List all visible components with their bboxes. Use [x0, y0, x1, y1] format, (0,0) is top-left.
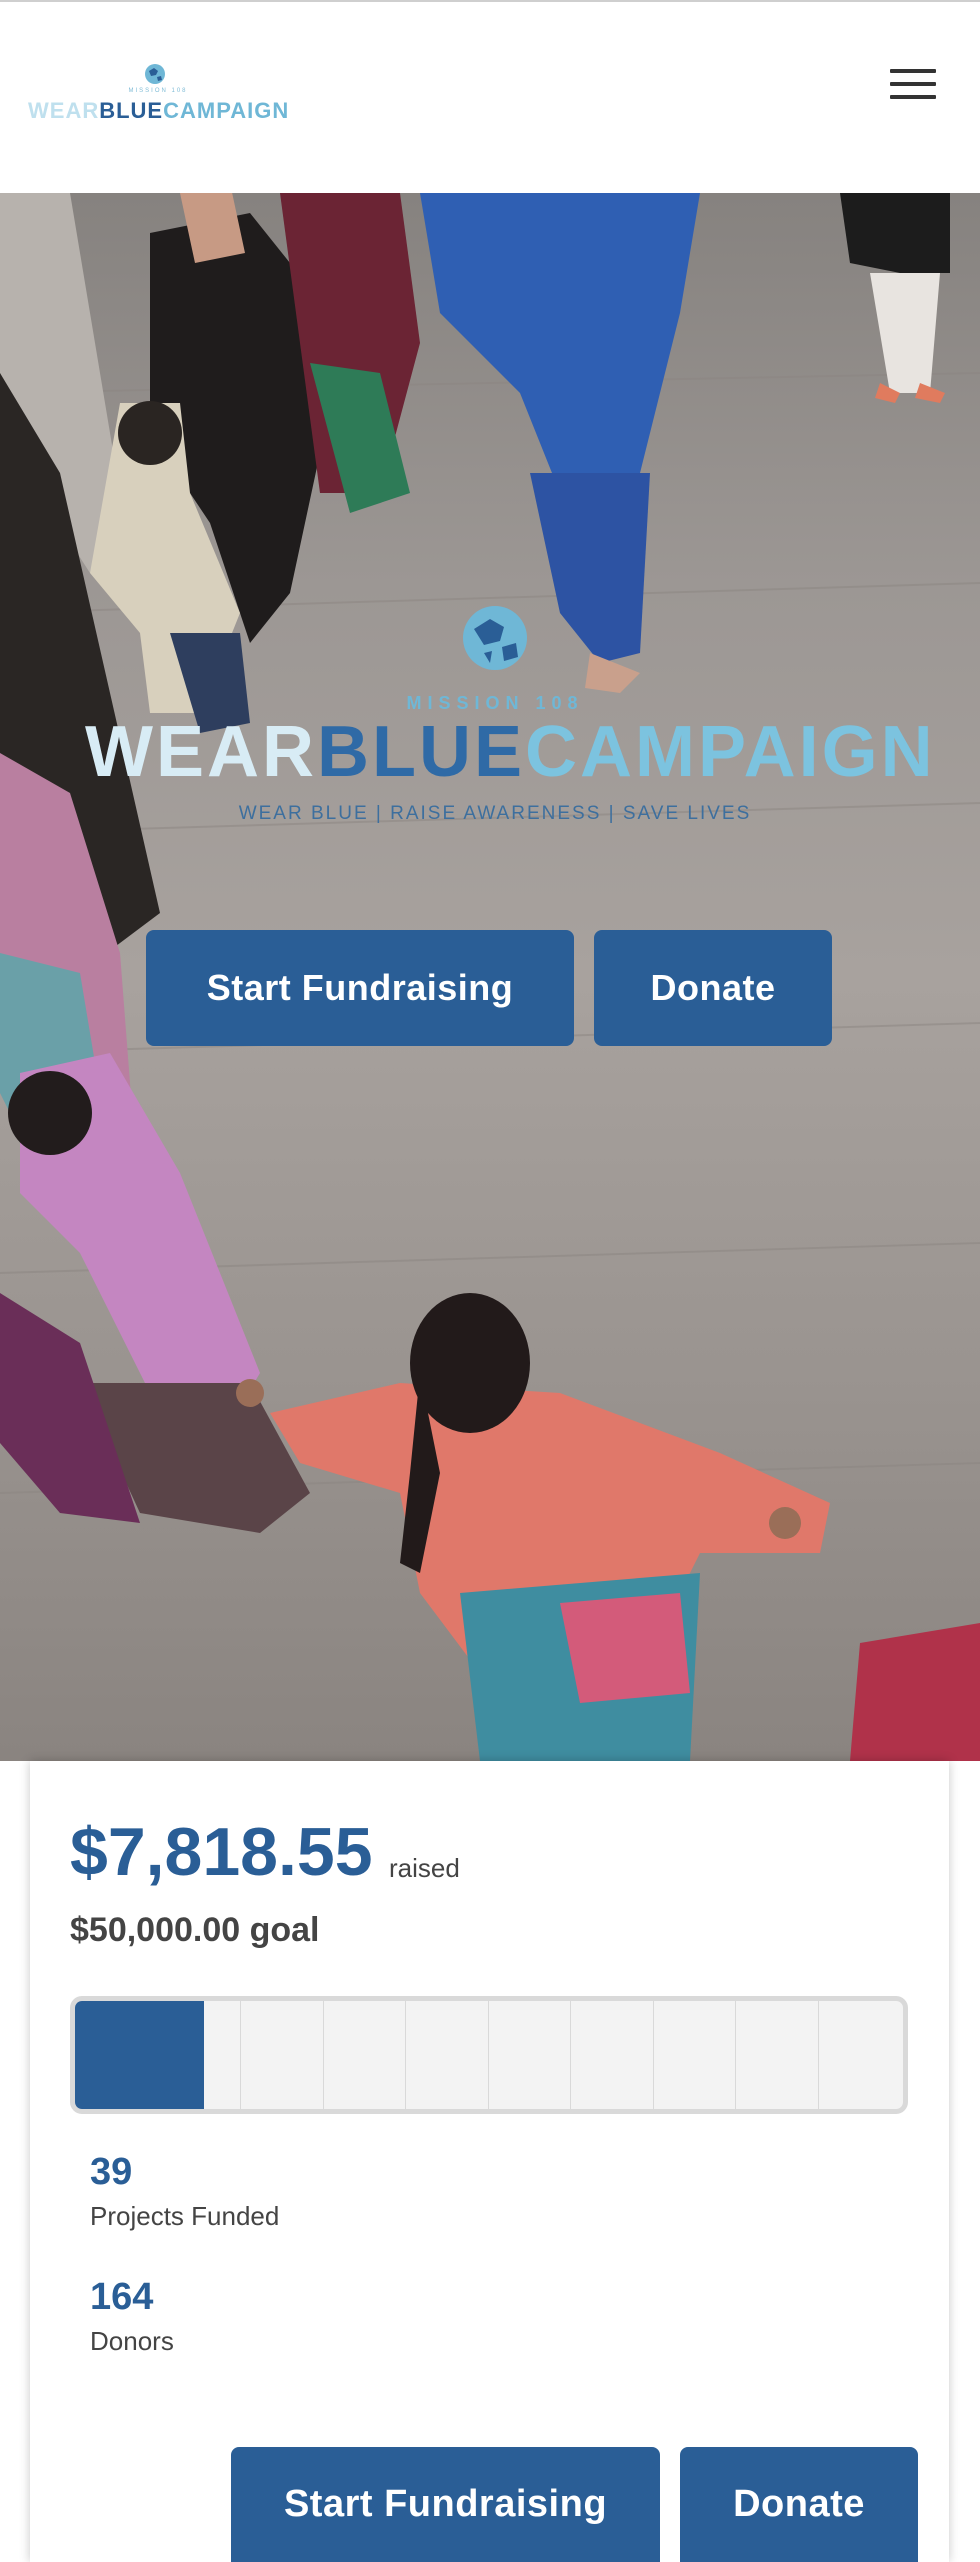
goal-amount: $50,000.00 goal — [70, 1911, 320, 1949]
projects-funded-label: Projects Funded — [90, 2201, 280, 2231]
globe-icon — [463, 606, 527, 670]
progress-bar — [70, 1996, 908, 2114]
progress-bar-fill — [75, 2001, 205, 2109]
hero-banner: MISSION 108 WEARBLUECAMPAIGN WEAR BLUE |… — [0, 193, 980, 1761]
projects-funded-count: 39 — [90, 2151, 133, 2193]
donors-label: Donors — [90, 2326, 174, 2356]
hamburger-menu-icon[interactable] — [890, 69, 936, 103]
donate-button[interactable]: Donate — [594, 930, 832, 1046]
logo-mission-text: MISSION 108 — [128, 88, 188, 94]
globe-icon — [145, 64, 165, 84]
raised-amount: $7,818.55 — [70, 1814, 373, 1890]
start-fundraising-button[interactable]: Start Fundraising — [146, 930, 574, 1046]
donate-button[interactable]: Donate — [680, 2447, 918, 2562]
hero-tagline: WEAR BLUE | RAISE AWARENESS | SAVE LIVES — [238, 803, 752, 824]
logo-wordmark: WEARBLUECAMPAIGN — [28, 98, 290, 123]
hero-logo: MISSION 108 WEARBLUECAMPAIGN WEAR BLUE |… — [85, 593, 936, 824]
site-header: MISSION 108 WEARBLUECAMPAIGN — [0, 0, 980, 193]
raised-label: raised — [389, 1853, 460, 1883]
fundraising-stats-card: $7,818.55 raised $50,000.00 goal 39 Proj… — [30, 1761, 949, 2562]
hero-wordmark: WEARBLUECAMPAIGN — [85, 712, 936, 792]
donors-count: 164 — [90, 2276, 154, 2318]
start-fundraising-button[interactable]: Start Fundraising — [231, 2447, 660, 2562]
site-logo[interactable]: MISSION 108 WEARBLUECAMPAIGN — [28, 62, 288, 132]
